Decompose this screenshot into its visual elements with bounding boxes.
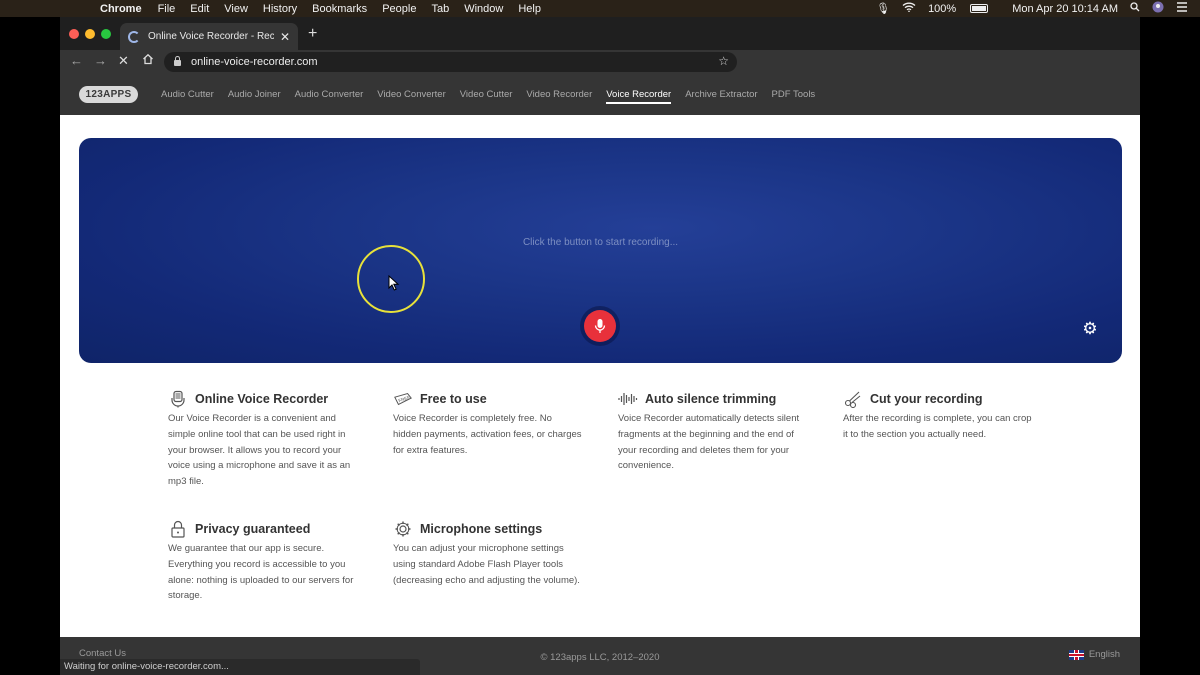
browser-window: Online Voice Recorder - Record ✕ + ← → ✕… [60,17,1140,675]
feature-free-to-use: FREE Free to use Voice Recorder is compl… [393,389,583,458]
nav-archive-extractor[interactable]: Archive Extractor [685,89,757,100]
menu-file[interactable]: File [158,3,176,15]
user-avatar-icon[interactable] [1152,1,1164,16]
lock-icon[interactable] [174,56,181,66]
spotlight-search-icon[interactable] [1130,2,1140,15]
menubar-status-area: 🎙 100% Mon Apr 20 10:14 AM [876,0,1200,17]
browser-status-bar: Waiting for online-voice-recorder.com... [60,659,420,675]
nav-audio-cutter[interactable]: Audio Cutter [161,89,214,100]
feature-description: We guarantee that our app is secure. Eve… [168,543,354,602]
menu-app-name[interactable]: Chrome [100,3,142,15]
nav-audio-joiner[interactable]: Audio Joiner [228,89,281,100]
battery-percent: 100% [928,2,957,15]
new-tab-icon[interactable]: + [308,25,317,43]
feature-description: Voice Recorder automatically detects sil… [618,413,800,472]
microphone-icon [168,390,188,408]
address-url: online-voice-recorder.com [191,56,318,68]
tab-title: Online Voice Recorder - Record [148,31,274,42]
tab-strip: Online Voice Recorder - Record ✕ + [60,17,1140,50]
menu-tab[interactable]: Tab [431,3,449,15]
back-arrow-icon[interactable]: ← [70,53,83,68]
feature-cut-your-recording: Cut your recording After the recording i… [843,389,1033,443]
language-label: English [1088,649,1120,660]
window-close-button[interactable] [69,29,79,39]
feature-title: Microphone settings [420,522,543,536]
mic-status-icon[interactable]: 🎙 [876,2,890,15]
battery-status[interactable]: 100% [928,3,1000,15]
recorder-panel: Click the button to start recording... ⚙ [79,138,1122,363]
window-minimize-button[interactable] [85,29,95,39]
uk-flag-icon [1068,649,1084,660]
gear-icon [393,520,413,538]
scissors-icon [843,390,863,408]
macos-menubar: Chrome File Edit View History Bookmarks … [0,0,1200,17]
browser-toolbar: ← → ✕ online-voice-recorder.com ☆ [60,50,1140,74]
free-tag-icon: FREE [393,390,413,408]
feature-online-voice-recorder: Online Voice Recorder Our Voice Recorder… [168,389,358,490]
menubar-clock[interactable]: Mon Apr 20 10:14 AM [1012,3,1118,15]
notification-center-icon[interactable] [1176,2,1188,15]
menu-edit[interactable]: Edit [190,3,209,15]
site-logo[interactable]: 123APPS [79,86,138,103]
nav-pdf-tools[interactable]: PDF Tools [772,89,816,100]
nav-video-recorder[interactable]: Video Recorder [526,89,592,100]
nav-voice-recorder[interactable]: Voice Recorder [606,89,671,104]
forward-arrow-icon[interactable]: → [94,53,107,68]
menu-help[interactable]: Help [518,3,541,15]
menu-view[interactable]: View [224,3,248,15]
home-icon[interactable] [142,53,154,68]
language-selector[interactable]: English [1068,649,1120,660]
tab-close-icon[interactable]: ✕ [280,30,290,44]
menu-history[interactable]: History [263,3,297,15]
bookmark-star-icon[interactable]: ☆ [718,54,729,68]
nav-video-cutter[interactable]: Video Cutter [460,89,513,100]
wifi-icon[interactable] [902,2,916,15]
stop-loading-icon[interactable]: ✕ [118,53,129,69]
feature-description: After the recording is complete, you can… [843,413,1032,440]
feature-auto-silence-trimming: Auto silence trimming Voice Recorder aut… [618,389,808,474]
feature-title: Auto silence trimming [645,392,777,406]
menu-people[interactable]: People [382,3,416,15]
battery-icon [970,4,989,14]
feature-microphone-settings: Microphone settings You can adjust your … [393,519,583,588]
lock-icon [168,520,188,538]
menu-window[interactable]: Window [464,3,503,15]
feature-privacy-guaranteed: Privacy guaranteed We guarantee that our… [168,519,358,604]
waveform-icon [618,390,638,408]
mouse-cursor-icon [388,274,400,296]
nav-video-converter[interactable]: Video Converter [377,89,445,100]
site-navigation: 123APPS Audio Cutter Audio Joiner Audio … [60,74,1140,115]
menu-bookmarks[interactable]: Bookmarks [312,3,367,15]
browser-tab-active[interactable]: Online Voice Recorder - Record ✕ [120,23,298,50]
recorder-message: Click the button to start recording... [522,237,679,248]
feature-description: You can adjust your microphone settings … [393,543,580,586]
feature-title: Cut your recording [870,392,983,406]
loading-spinner-icon [128,30,140,43]
record-button[interactable] [584,310,616,342]
feature-title: Online Voice Recorder [195,392,329,406]
window-zoom-button[interactable] [101,29,111,39]
address-bar[interactable]: online-voice-recorder.com ☆ [164,52,737,72]
feature-description: Our Voice Recorder is a convenient and s… [168,413,351,488]
feature-title: Privacy guaranteed [195,522,311,536]
settings-gear-icon[interactable]: ⚙ [1081,320,1099,338]
microphone-icon [594,319,606,333]
feature-title: Free to use [420,392,487,406]
nav-audio-converter[interactable]: Audio Converter [295,89,364,100]
feature-description: Voice Recorder is completely free. No hi… [393,413,582,456]
